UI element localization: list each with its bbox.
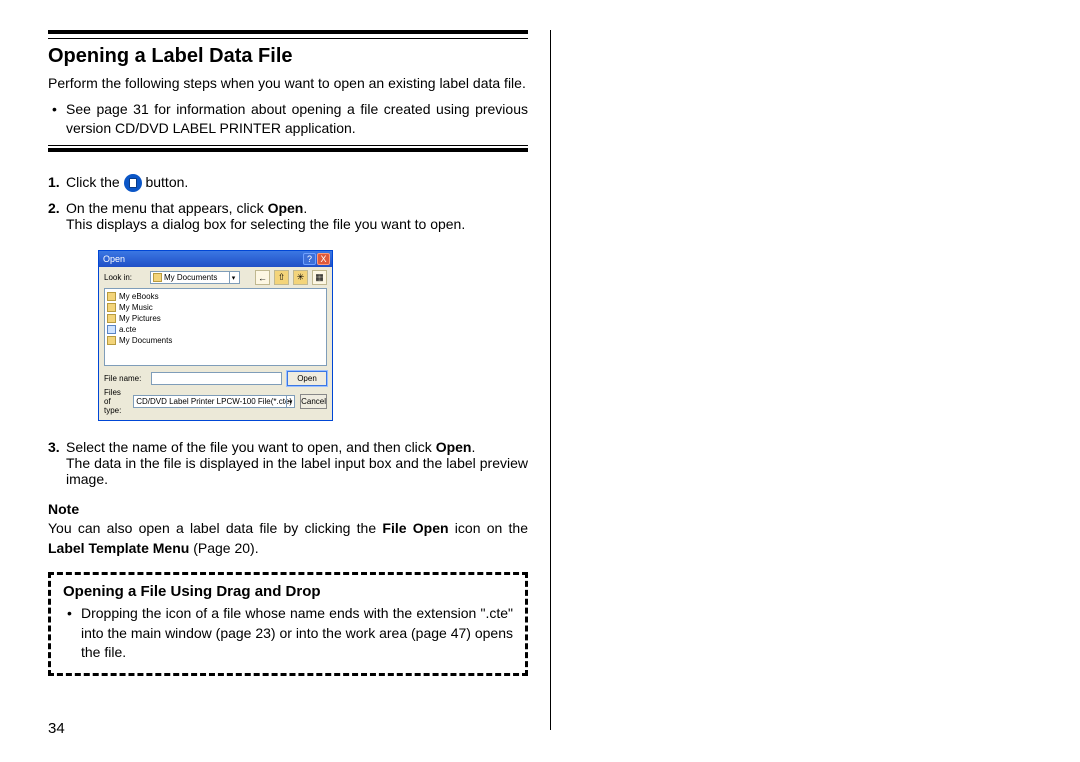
step-3-open: Open xyxy=(436,439,472,455)
dragdrop-heading: Opening a File Using Drag and Drop xyxy=(63,583,513,600)
note-a: You can also open a label data file by c… xyxy=(48,520,382,536)
dragdrop-text: Dropping the icon of a file whose name e… xyxy=(63,604,513,663)
note-heading: Note xyxy=(48,501,528,517)
lookin-value: My Documents xyxy=(164,273,217,282)
filetype-label: Files of type: xyxy=(104,388,128,415)
page-title: Opening a Label Data File xyxy=(48,45,528,68)
list-item: My Documents xyxy=(107,335,324,346)
note-c: (Page 20). xyxy=(189,540,258,556)
list-item: My Music xyxy=(107,302,324,313)
lookin-combo[interactable]: My Documents ▾ xyxy=(150,271,240,284)
step-3-cont: The data in the file is displayed in the… xyxy=(66,455,528,487)
intro-bullet: See page 31 for information about openin… xyxy=(48,100,528,139)
manual-page: Opening a Label Data File Perform the fo… xyxy=(48,30,528,676)
filename-label: File name: xyxy=(104,374,146,383)
chevron-down-icon: ▾ xyxy=(229,272,237,284)
step-1: 1. Click the button. xyxy=(48,174,528,192)
back-icon[interactable]: ← xyxy=(255,270,270,285)
chevron-down-icon: ▾ xyxy=(286,396,294,407)
file-menu-icon xyxy=(124,174,142,192)
folder-icon xyxy=(107,292,116,301)
rule-top-thin xyxy=(48,38,528,39)
up-icon[interactable]: ⇧ xyxy=(274,270,289,285)
folder-icon xyxy=(153,273,162,282)
lookin-label: Look in: xyxy=(104,273,146,282)
list-item: a.cte xyxy=(107,324,324,335)
new-folder-icon[interactable]: ✳ xyxy=(293,270,308,285)
step-3-text-a: Select the name of the file you want to … xyxy=(66,439,436,455)
open-dialog-titlebar: Open ? X xyxy=(99,251,332,267)
step-2-text-a: On the menu that appears, click xyxy=(66,200,268,216)
step-3: 3. Select the name of the file you want … xyxy=(48,439,528,487)
step-1-text-a: Click the xyxy=(66,174,124,190)
folder-icon xyxy=(107,314,116,323)
step-3-text-b: . xyxy=(471,439,475,455)
step-1-text-b: button. xyxy=(145,174,188,190)
file-icon xyxy=(107,325,116,334)
open-dialog: Open ? X Look in: My Documents ▾ ← ⇧ ✳ ▦ xyxy=(98,250,333,421)
note-b: icon on the xyxy=(449,520,528,536)
step-3-num: 3. xyxy=(48,439,66,455)
rule-mid-thin xyxy=(48,145,528,146)
filetype-combo[interactable]: CD/DVD Label Printer LPCW-100 File(*.cte… xyxy=(133,395,295,408)
note-fileopen: File Open xyxy=(382,520,448,536)
page-number: 34 xyxy=(48,720,65,737)
help-button[interactable]: ? xyxy=(303,253,316,265)
step-1-num: 1. xyxy=(48,174,66,190)
folder-icon xyxy=(107,336,116,345)
step-2-cont: This displays a dialog box for selecting… xyxy=(66,216,528,232)
note-ltm: Label Template Menu xyxy=(48,540,189,556)
lookin-row: Look in: My Documents ▾ ← ⇧ ✳ ▦ xyxy=(99,267,332,288)
step-2-num: 2. xyxy=(48,200,66,216)
open-dialog-screenshot: Open ? X Look in: My Documents ▾ ← ⇧ ✳ ▦ xyxy=(98,250,528,421)
column-divider xyxy=(550,30,551,730)
note-section: Note You can also open a label data file… xyxy=(48,501,528,558)
rule-top-thick xyxy=(48,30,528,34)
step-2-open: Open xyxy=(268,200,304,216)
dragdrop-box: Opening a File Using Drag and Drop Dropp… xyxy=(48,572,528,676)
rule-mid-thick xyxy=(48,148,528,152)
list-item: My eBooks xyxy=(107,291,324,302)
folder-icon xyxy=(107,303,116,312)
open-button[interactable]: Open xyxy=(287,371,327,386)
filename-input[interactable] xyxy=(151,372,282,385)
open-dialog-title: Open xyxy=(101,254,125,264)
intro-text: Perform the following steps when you wan… xyxy=(48,74,528,94)
list-item: My Pictures xyxy=(107,313,324,324)
views-icon[interactable]: ▦ xyxy=(312,270,327,285)
dialog-bottom: File name: Open Files of type: CD/DVD La… xyxy=(99,366,332,420)
cancel-button[interactable]: Cancel xyxy=(300,394,327,409)
step-2: 2. On the menu that appears, click Open.… xyxy=(48,200,528,232)
file-list[interactable]: My eBooks My Music My Pictures a.cte My … xyxy=(104,288,327,366)
close-button[interactable]: X xyxy=(317,253,330,265)
step-2-text-b: . xyxy=(303,200,307,216)
